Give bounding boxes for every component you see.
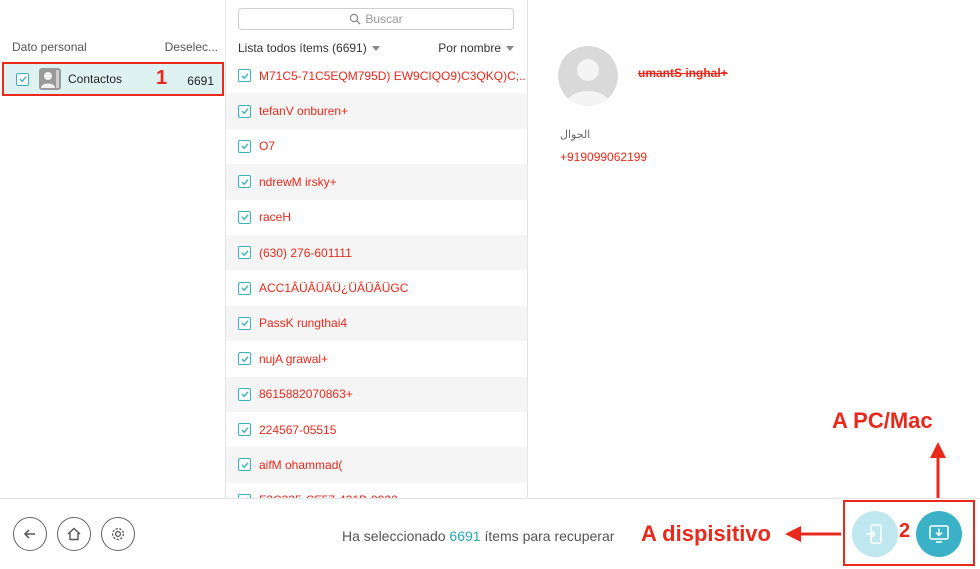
item-checkbox[interactable]	[238, 175, 251, 189]
item-checkbox[interactable]	[238, 352, 251, 366]
computer-download-icon	[929, 525, 949, 543]
to-device-button[interactable]	[852, 511, 898, 557]
annotation-to-device: A dispisitivo	[641, 521, 771, 546]
list-item[interactable]: ACC1ÂÜÂÜÂÜ¿ÜÂÜÂÜGC	[226, 270, 527, 305]
list-header: Lista todos ítems (6691) Por nombre	[226, 38, 527, 58]
selection-status: Ha seleccionado 6691 ítems para recupera…	[342, 528, 614, 544]
item-checkbox[interactable]	[238, 281, 251, 295]
list-item-label: (630) 276-601111	[259, 245, 352, 260]
search-placeholder: Buscar	[365, 12, 403, 26]
phone-import-icon	[866, 524, 882, 544]
list-item-label: PassK rungthai4	[259, 316, 348, 331]
category-header: Dato personal Deselec...	[0, 38, 226, 58]
list-item[interactable]: 8615882070863+	[226, 376, 527, 412]
item-checkbox[interactable]	[238, 387, 251, 401]
sort-label: Por nombre	[438, 41, 501, 55]
avatar	[558, 46, 618, 106]
search-input[interactable]: Buscar	[238, 8, 514, 30]
phone-number: +919099062199	[560, 150, 648, 164]
list-item-label: 224567-05515	[259, 422, 337, 437]
category-header-title: Dato personal	[12, 40, 87, 54]
item-checkbox[interactable]	[238, 423, 251, 437]
chevron-down-icon	[371, 45, 380, 51]
category-item-contacts[interactable]: Contactos 1 6691	[2, 62, 224, 96]
search-icon	[350, 13, 361, 25]
list-item-label: nujA grawal+	[259, 351, 329, 366]
list-item-label: 8615882070863+	[259, 387, 353, 402]
settings-button[interactable]	[101, 517, 135, 551]
category-label: Contactos	[68, 72, 123, 86]
category-count: 6691	[187, 74, 214, 88]
item-checkbox[interactable]	[238, 246, 251, 260]
list-item[interactable]: F3C335-CF57-431B-9922-	[226, 483, 527, 498]
list-filter-dropdown[interactable]: Lista todos ítems (6691)	[238, 41, 380, 55]
bottom-toolbar: Ha seleccionado 6691 ítems para recupera…	[0, 498, 980, 569]
list-item[interactable]: aifM ohammad(	[226, 447, 527, 483]
list-item[interactable]: ndrewM irsky+	[226, 164, 527, 200]
home-icon	[67, 527, 81, 541]
list-item[interactable]: 224567-05515	[226, 412, 527, 447]
item-checkbox[interactable]	[238, 104, 251, 118]
list-item-label: O7	[259, 139, 276, 154]
contact-list: M71C5-71C5EQM795D) EW9CIQO9)C3QKQ)C;... t…	[226, 58, 528, 498]
list-item-label: aifM ohammad(	[259, 457, 343, 472]
list-filter-label: Lista todos ítems (6691)	[238, 41, 367, 55]
list-item[interactable]: M71C5-71C5EQM795D) EW9CIQO9)C3QKQ)C;...	[226, 58, 528, 93]
arrow-left-icon	[23, 529, 35, 539]
category-panel: Dato personal Deselec... Contactos 1 669…	[0, 0, 226, 498]
list-item[interactable]: nujA grawal+	[226, 341, 527, 376]
item-checkbox[interactable]	[238, 139, 251, 153]
to-computer-button[interactable]	[916, 511, 962, 557]
status-count: 6691	[449, 528, 481, 544]
deselect-all-link[interactable]: Deselec...	[165, 40, 218, 54]
annotation-to-pc: A PC/Mac	[832, 408, 933, 433]
list-item[interactable]: PassK rungthai4	[226, 305, 527, 342]
sort-dropdown[interactable]: Por nombre	[438, 41, 514, 55]
list-item-label: ACC1ÂÜÂÜÂÜ¿ÜÂÜÂÜGC	[259, 281, 409, 296]
list-item[interactable]: O7	[226, 129, 527, 164]
chevron-down-icon	[506, 45, 514, 51]
status-prefix: Ha seleccionado	[342, 528, 450, 544]
list-item-label: ndrewM irsky+	[259, 174, 337, 189]
item-checkbox[interactable]	[238, 69, 251, 83]
annotation-step-1: 1	[156, 67, 168, 89]
contacts-icon	[39, 68, 61, 90]
list-item-label: M71C5-71C5EQM795D) EW9CIQO9)C3QKQ)C;...	[259, 68, 528, 83]
status-suffix: ítems para recuperar	[480, 528, 615, 544]
list-item-label: raceH	[259, 210, 292, 225]
item-checkbox[interactable]	[238, 316, 251, 330]
list-item[interactable]: raceH	[226, 200, 527, 235]
gear-icon	[111, 527, 125, 541]
phone-label: الجوال	[560, 129, 591, 141]
category-checkbox[interactable]	[16, 72, 29, 86]
contact-name: umantS inghal+	[638, 66, 728, 80]
home-button[interactable]	[57, 517, 91, 551]
list-item-label: tefanV onburen+	[259, 104, 349, 119]
back-button[interactable]	[13, 517, 47, 551]
list-item[interactable]: tefanV onburen+	[226, 93, 527, 129]
item-list-panel: Buscar Lista todos ítems (6691) Por nomb…	[226, 0, 528, 498]
list-item[interactable]: (630) 276-601111	[226, 234, 527, 271]
item-checkbox[interactable]	[238, 458, 251, 472]
item-checkbox[interactable]	[238, 210, 251, 224]
annotation-step-2: 2	[899, 520, 911, 542]
person-icon	[566, 59, 610, 106]
